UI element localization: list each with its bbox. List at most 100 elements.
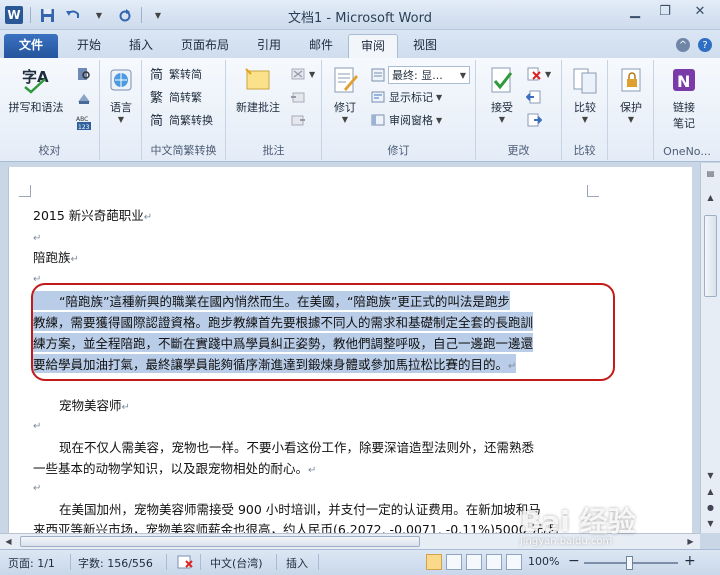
next-comment-icon xyxy=(290,112,306,128)
show-markup-button[interactable]: 显示标记 ▼ xyxy=(370,89,442,105)
track-changes-dropdown-icon: ▼ xyxy=(341,115,349,124)
accept-button[interactable]: 接受 ▼ xyxy=(480,64,524,124)
group-label-compare: 比较 xyxy=(573,144,596,157)
reject-button[interactable]: ▼ xyxy=(526,66,551,82)
language-button[interactable]: 语言 ▼ xyxy=(104,64,138,124)
outline-view-icon[interactable] xyxy=(486,554,502,570)
vertical-scrollbar[interactable]: ▤ ▲ ▼ ▲ ● ▼ xyxy=(700,163,720,533)
web-layout-view-icon[interactable] xyxy=(466,554,482,570)
draft-view-icon[interactable] xyxy=(506,554,522,570)
doc-line: 宠物美容师↵ xyxy=(59,398,130,413)
status-page[interactable]: 页面: 1/1 xyxy=(8,555,55,571)
zoom-level[interactable]: 100% xyxy=(528,555,559,568)
simp-to-trad-button[interactable]: 繁 简转繁 xyxy=(150,89,202,105)
trad-to-simp-icon: 简 xyxy=(150,66,166,82)
compare-dropdown-icon: ▼ xyxy=(581,115,589,124)
tab-home[interactable]: 开始 xyxy=(66,34,112,58)
tab-page-layout[interactable]: 页面布局 xyxy=(172,34,238,58)
tab-mailings[interactable]: 邮件 xyxy=(298,34,344,58)
svg-text:简: 简 xyxy=(150,113,163,128)
next-change-button[interactable] xyxy=(526,112,542,128)
zoom-slider-thumb[interactable] xyxy=(626,556,633,570)
group-proofing: 字A 拼写和语法 ABC 123 校对 xyxy=(0,60,100,160)
doc-line: 一些基本的动物学知识，以及跟宠物相处的耐心。↵ xyxy=(33,461,317,476)
group-compare: 比较 ▼ 比较 xyxy=(562,60,608,160)
zoom-in-button[interactable]: + xyxy=(684,553,696,569)
tab-insert[interactable]: 插入 xyxy=(118,34,164,58)
status-word-count[interactable]: 字数: 156/556 xyxy=(78,555,153,571)
minimize-ribbon-icon[interactable]: ^ xyxy=(676,38,690,52)
doc-line-empty: ↵ xyxy=(33,233,42,244)
compare-button[interactable]: 比较 ▼ xyxy=(566,64,604,124)
vertical-scroll-thumb[interactable] xyxy=(704,215,717,297)
protect-dropdown-icon: ▼ xyxy=(627,115,635,124)
protect-button[interactable]: 保护 ▼ xyxy=(612,64,650,124)
delete-comment-icon xyxy=(290,66,306,82)
previous-page-icon[interactable]: ▲ xyxy=(704,485,717,499)
tab-right-icons: ^ ? xyxy=(676,38,712,52)
status-insert-mode[interactable]: 插入 xyxy=(286,555,308,571)
display-for-review-value: 最终: 显... xyxy=(392,69,443,82)
track-changes-label: 修订 xyxy=(334,101,356,114)
previous-change-button[interactable] xyxy=(526,89,542,105)
svg-text:123: 123 xyxy=(78,124,90,131)
doc-line: 在美国加州，宠物美容师需接受 900 小时培训，并支付一定的认证费用。在新加坡和… xyxy=(59,502,541,517)
next-page-icon[interactable]: ▼ xyxy=(704,517,717,531)
group-label-comments: 批注 xyxy=(262,144,285,157)
scroll-right-icon[interactable]: ▶ xyxy=(684,535,697,549)
previous-comment-button[interactable] xyxy=(290,89,306,105)
new-comment-button[interactable]: 新建批注 xyxy=(230,64,286,115)
horizontal-scroll-thumb[interactable] xyxy=(20,536,420,547)
thesaurus-button[interactable] xyxy=(76,90,92,106)
minimize-button[interactable]: ▁ xyxy=(620,0,650,22)
scroll-down-icon[interactable]: ▼ xyxy=(704,469,717,483)
svg-text:ABC: ABC xyxy=(76,116,88,123)
zoom-out-button[interactable]: − xyxy=(568,553,580,569)
margin-corner-mark xyxy=(19,185,31,197)
document-page[interactable]: 2015 新兴奇葩职业↵ ↵ 陪跑族↵ ↵ “陪跑族”這種新興的職業在國內悄然而… xyxy=(8,167,692,533)
simp-to-trad-icon: 繁 xyxy=(150,89,166,105)
tab-view[interactable]: 视图 xyxy=(402,34,448,58)
research-icon xyxy=(76,66,92,82)
group-label-tracking: 修订 xyxy=(387,144,410,157)
margin-corner-mark xyxy=(587,185,599,197)
reviewing-pane-label: 审阅窗格 xyxy=(389,114,433,127)
new-comment-icon xyxy=(242,64,274,96)
proofing-status-icon[interactable] xyxy=(176,553,194,574)
document-area: 2015 新兴奇葩职业↵ ↵ 陪跑族↵ ↵ “陪跑族”這種新興的職業在國內悄然而… xyxy=(0,163,700,533)
next-comment-button[interactable] xyxy=(290,112,306,128)
browse-object-icon[interactable]: ● xyxy=(704,501,717,515)
status-language[interactable]: 中文(台湾) xyxy=(210,555,263,571)
compare-label: 比较 xyxy=(574,101,596,114)
status-bar: 页面: 1/1 字数: 156/556 中文(台湾) 插入 100% − + xyxy=(0,549,720,575)
restore-button[interactable]: ❐ xyxy=(650,0,680,22)
title-bar: W ▼ ▼ 文档1 - Microsoft Word ▁ ❐ ✕ xyxy=(0,0,720,30)
word-count-icon: ABC 123 xyxy=(76,114,92,131)
research-button[interactable] xyxy=(76,66,92,82)
linked-notes-button[interactable]: N 链接 笔记 xyxy=(662,64,706,131)
doc-line: 来西亚等新兴市场，宠物美容师薪金也很高，约人民币(6.2072, -0.0071… xyxy=(33,522,560,533)
ruler-toggle-icon[interactable]: ▤ xyxy=(704,167,717,181)
delete-comment-button[interactable]: ▼ xyxy=(290,66,315,82)
print-layout-view-icon[interactable] xyxy=(426,554,442,570)
close-button[interactable]: ✕ xyxy=(680,0,720,22)
full-screen-reading-view-icon[interactable] xyxy=(446,554,462,570)
svg-text:简: 简 xyxy=(150,67,163,82)
group-label-onenote: OneNo... xyxy=(663,145,711,158)
help-icon[interactable]: ? xyxy=(698,38,712,52)
scroll-up-icon[interactable]: ▲ xyxy=(704,191,717,205)
word-count-button[interactable]: ABC 123 xyxy=(76,114,92,131)
spelling-grammar-button[interactable]: 字A 拼写和语法 xyxy=(6,64,66,115)
baidu-watermark: Bai 经验 jingyan.baidu.com xyxy=(520,505,636,547)
scroll-left-icon[interactable]: ◀ xyxy=(2,535,15,549)
chinese-convert-button[interactable]: 简 简繁转换 xyxy=(150,112,213,128)
show-markup-icon xyxy=(370,89,386,105)
next-change-icon xyxy=(526,112,542,128)
tab-review[interactable]: 审阅 xyxy=(348,34,398,58)
track-changes-button[interactable]: 修订 ▼ xyxy=(326,64,364,124)
tab-references[interactable]: 引用 xyxy=(246,34,292,58)
display-for-review-select[interactable]: 最终: 显... ▼ xyxy=(388,66,470,84)
tab-file[interactable]: 文件 xyxy=(4,34,58,58)
trad-to-simp-button[interactable]: 简 繁转简 xyxy=(150,66,202,82)
reviewing-pane-button[interactable]: 审阅窗格 ▼ xyxy=(370,112,442,128)
